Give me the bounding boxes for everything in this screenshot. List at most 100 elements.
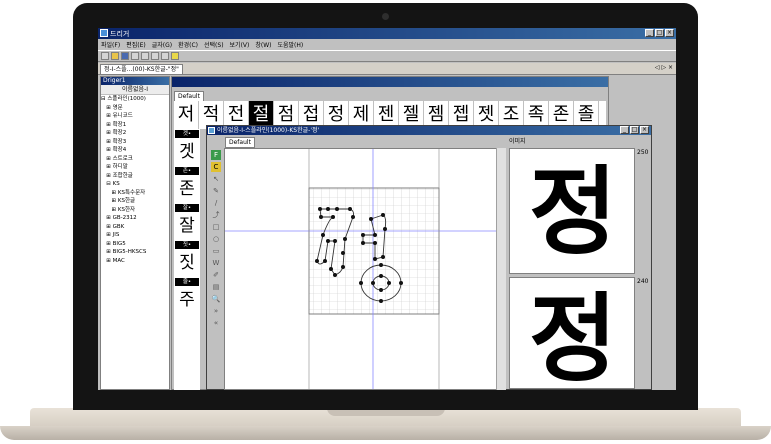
control-point[interactable]: [381, 213, 385, 217]
contour-tool-icon[interactable]: C: [211, 162, 221, 172]
control-point[interactable]: [381, 255, 385, 259]
ruler-icon[interactable]: ▤: [211, 282, 221, 292]
control-point[interactable]: [379, 288, 383, 292]
glyph-cell[interactable]: 겟: [174, 139, 200, 166]
control-point[interactable]: [315, 259, 319, 263]
control-point[interactable]: [359, 281, 363, 285]
tree-item[interactable]: ⊞ KS한글: [101, 197, 169, 206]
close-button[interactable]: ×: [665, 29, 674, 37]
tree-item[interactable]: ⊞ BIG5-HKSCS: [101, 248, 169, 257]
curve-icon[interactable]: ⤴: [211, 210, 221, 220]
control-point[interactable]: [383, 227, 387, 231]
control-point[interactable]: [351, 215, 355, 219]
tree-item[interactable]: ⊞ GBK: [101, 223, 169, 232]
collapse-icon[interactable]: «: [211, 318, 221, 328]
control-point[interactable]: [326, 239, 330, 243]
tree-item[interactable]: ⊞ BIG5: [101, 240, 169, 249]
glyph-cell[interactable]: 짓: [174, 250, 200, 277]
control-point[interactable]: [331, 215, 335, 219]
maximize-button[interactable]: □: [655, 29, 664, 37]
control-point[interactable]: [341, 265, 345, 269]
glyph-cell[interactable]: 주: [174, 287, 200, 314]
control-point[interactable]: [318, 207, 322, 211]
frame-icon[interactable]: ▭: [211, 246, 221, 256]
editor-minimize-button[interactable]: _: [620, 126, 629, 134]
control-point[interactable]: [333, 239, 337, 243]
control-point[interactable]: [326, 207, 330, 211]
tree-item[interactable]: ⊞ 확장1: [101, 121, 169, 130]
expand-icon[interactable]: »: [211, 306, 221, 316]
tree-item[interactable]: ⊞ KS한자: [101, 206, 169, 215]
document-tab[interactable]: 정-I-스플...(00)-KS한글-"정": [100, 64, 183, 75]
control-point[interactable]: [373, 233, 377, 237]
tree-item[interactable]: ⊞ 하디말: [101, 163, 169, 172]
tree-item[interactable]: ⊞ GB-2312: [101, 214, 169, 223]
control-point[interactable]: [371, 281, 375, 285]
menu-window[interactable]: 창(W): [255, 40, 271, 49]
copy-icon[interactable]: [141, 52, 149, 60]
help-icon[interactable]: [171, 52, 179, 60]
minimize-button[interactable]: _: [645, 29, 654, 37]
editor-tab-default[interactable]: Default: [225, 137, 255, 148]
control-point[interactable]: [379, 274, 383, 278]
open-folder-icon[interactable]: [111, 52, 119, 60]
control-point[interactable]: [399, 281, 403, 285]
glyph-canvas-svg[interactable]: [225, 149, 505, 390]
control-point[interactable]: [329, 267, 333, 271]
control-point[interactable]: [341, 251, 345, 255]
control-point[interactable]: [333, 273, 337, 277]
glyph-cell[interactable]: 저: [174, 101, 199, 129]
control-point[interactable]: [379, 263, 383, 267]
tree-item[interactable]: ⊟ 스플라인(1000): [101, 95, 169, 104]
control-point[interactable]: [335, 207, 339, 211]
control-point[interactable]: [373, 241, 377, 245]
tree-item[interactable]: ⊞ KS특수문자: [101, 189, 169, 198]
editor-vertical-scrollbar[interactable]: [496, 148, 506, 390]
menu-glyph[interactable]: 글자(G): [152, 40, 172, 49]
glyph-canvas[interactable]: [224, 148, 505, 390]
menu-edit[interactable]: 편집(E): [126, 40, 146, 49]
tab-scroll-arrows[interactable]: ◁ ▷ ×: [655, 64, 673, 71]
control-point[interactable]: [319, 215, 323, 219]
tree-item[interactable]: ⊟ KS: [101, 180, 169, 189]
control-point[interactable]: [343, 237, 347, 241]
save-icon[interactable]: [121, 52, 129, 60]
control-point[interactable]: [373, 257, 377, 261]
tree-item[interactable]: ⊞ JIS: [101, 231, 169, 240]
control-point[interactable]: [379, 299, 383, 303]
glyph-cell[interactable]: 존: [174, 176, 200, 203]
tree-item[interactable]: ⊞ 확장4: [101, 146, 169, 155]
line-icon[interactable]: /: [211, 198, 221, 208]
zoom-icon[interactable]: 🔍: [211, 294, 221, 304]
pointer-icon[interactable]: ↖: [211, 174, 221, 184]
ellipse-icon[interactable]: ○: [211, 234, 221, 244]
tree-item[interactable]: ⊞ 유니코드: [101, 112, 169, 121]
print-icon[interactable]: [161, 52, 169, 60]
control-point[interactable]: [361, 241, 365, 245]
tree-item[interactable]: ⊞ 조합한글: [101, 172, 169, 181]
editor-close-button[interactable]: ×: [640, 126, 649, 134]
cut-icon[interactable]: [131, 52, 139, 60]
menu-select[interactable]: 선택(S): [204, 40, 224, 49]
control-point[interactable]: [369, 217, 373, 221]
tree-item[interactable]: ⊞ 확장3: [101, 138, 169, 147]
menu-help[interactable]: 도움말(H): [278, 40, 304, 49]
weight-icon[interactable]: W: [211, 258, 221, 268]
tree-item[interactable]: ⊞ MAC: [101, 257, 169, 266]
control-point[interactable]: [321, 233, 325, 237]
new-file-icon[interactable]: [101, 52, 109, 60]
control-point[interactable]: [387, 281, 391, 285]
tree-item[interactable]: ⊞ 스트로크: [101, 155, 169, 164]
control-point[interactable]: [323, 259, 327, 263]
font-tool-icon[interactable]: F: [211, 150, 221, 160]
menu-file[interactable]: 파일(F): [101, 40, 120, 49]
pen-icon[interactable]: ✎: [211, 186, 221, 196]
menu-config[interactable]: 환경(C): [178, 40, 198, 49]
pencil-icon[interactable]: ✐: [211, 270, 221, 280]
menu-view[interactable]: 보기(V): [230, 40, 250, 49]
control-point[interactable]: [348, 207, 352, 211]
tree-item[interactable]: ⊞ 영문: [101, 104, 169, 113]
control-point[interactable]: [361, 233, 365, 237]
paste-icon[interactable]: [151, 52, 159, 60]
editor-maximize-button[interactable]: □: [630, 126, 639, 134]
